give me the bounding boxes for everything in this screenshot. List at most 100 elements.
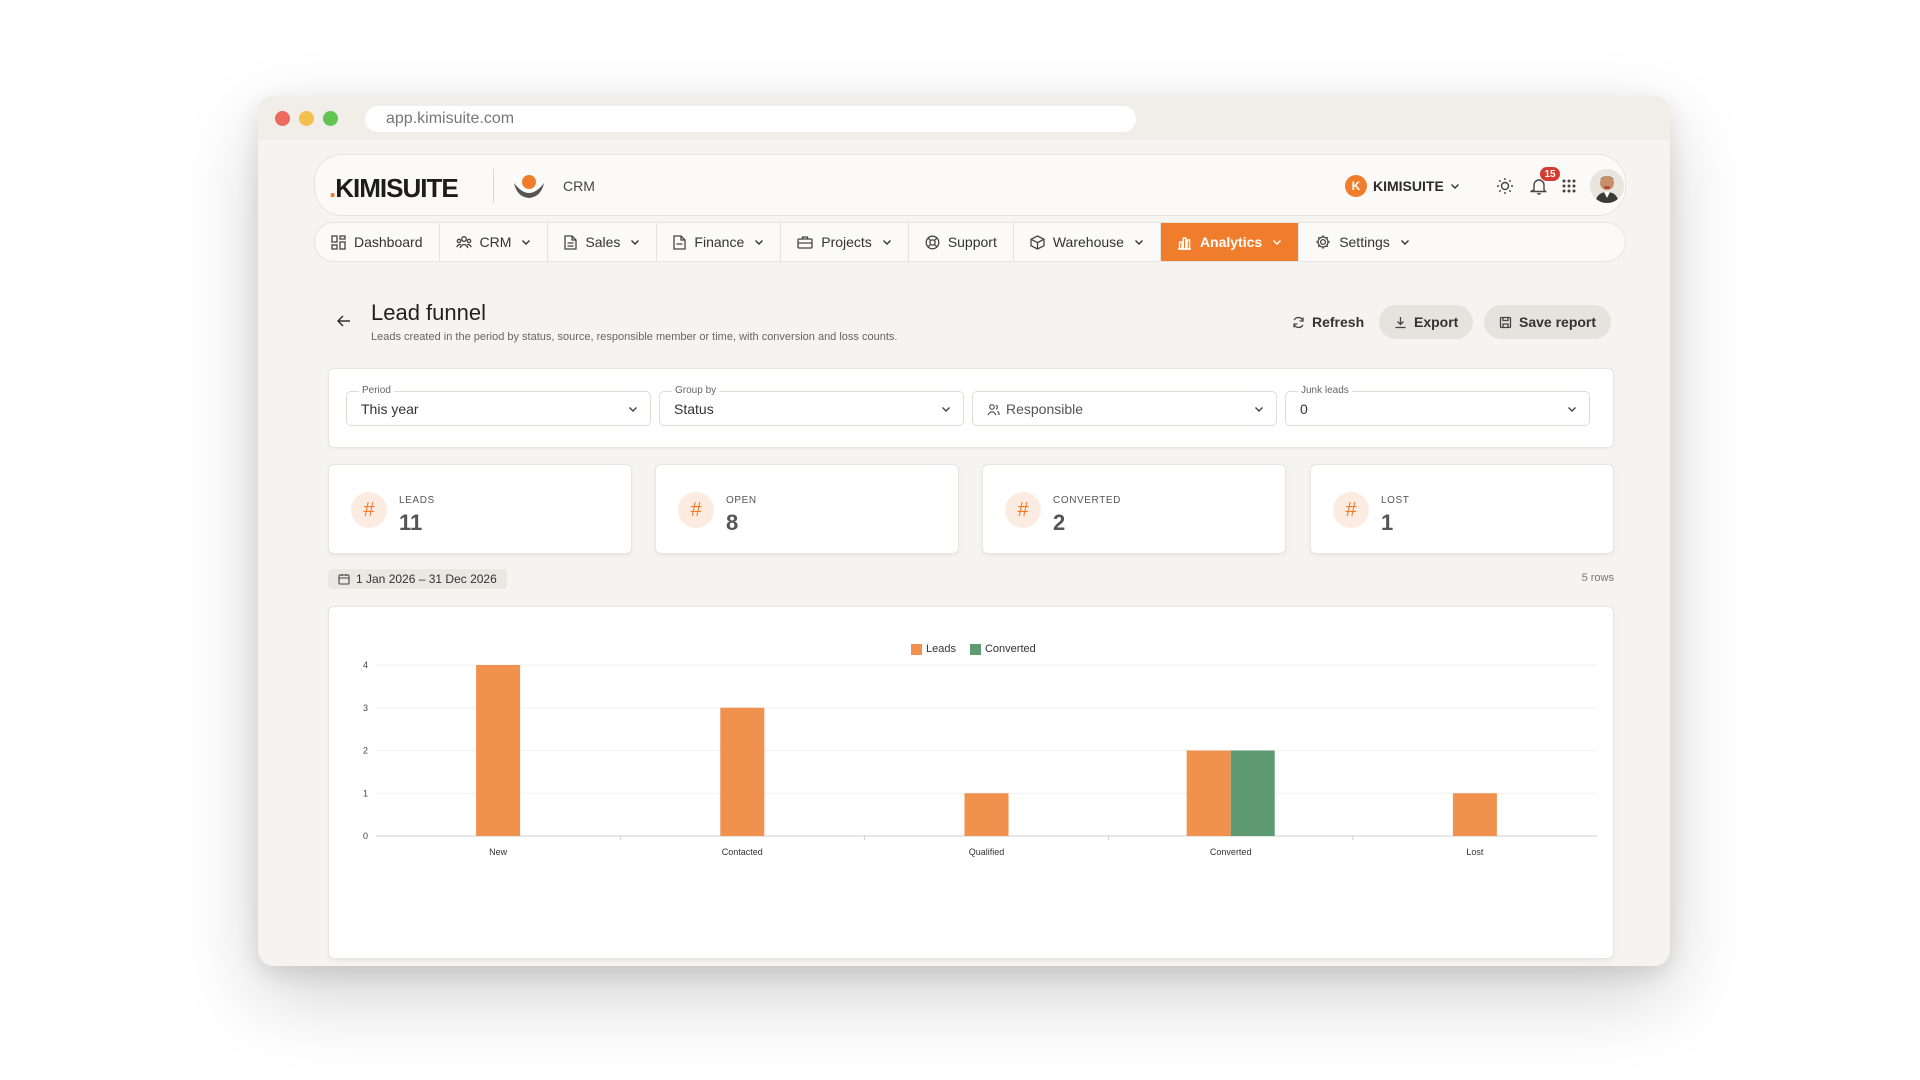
date-range-chip: 1 Jan 2026 – 31 Dec 2026 [328,569,507,589]
lifebuoy-icon [925,235,940,249]
period-select[interactable]: Period This year [346,385,651,426]
maximize-window-button[interactable] [323,111,338,126]
responsible-select[interactable]: Responsible [972,391,1277,426]
main-navigation: Dashboard CRM Sales Finance Projects Sup… [314,222,1626,262]
group-by-select[interactable]: Group by Status [659,385,964,426]
nav-support[interactable]: Support [909,223,1014,261]
nav-label: Finance [694,234,745,250]
theme-toggle-button[interactable] [1491,172,1519,200]
gear-icon [1316,235,1330,249]
notifications-button[interactable]: 15 [1525,166,1561,200]
invoice-icon [673,234,687,250]
back-arrow-icon[interactable] [335,312,353,330]
y-tick-label: 4 [363,660,368,670]
nav-label: Projects [821,234,872,250]
chevron-down-icon [629,407,637,412]
junk-leads-select[interactable]: Junk leads 0 [1285,385,1590,426]
save-report-button[interactable]: Save report [1484,305,1612,339]
lead-funnel-chart: 0 1 2 3 4 New Contacted Qualified Converted Lost [363,660,1597,857]
chevron-down-icon [1134,240,1143,245]
dashboard-icon [331,234,346,250]
kpi-label: LEADS [399,495,435,506]
bar-converted-converted [1230,750,1275,836]
responsible-placeholder: Responsible [987,401,1083,417]
chevron-down-icon [631,240,640,245]
briefcase-icon [797,236,813,249]
organization-switcher[interactable]: K KIMISUITE [1345,173,1460,199]
kpi-label: OPEN [726,495,757,506]
document-icon [564,234,578,250]
nav-label: Settings [1339,234,1390,250]
bar-leads-contacted [720,707,765,836]
user-portrait [1590,169,1624,203]
kimisuite-logo[interactable]: .KIMISUITE [329,173,459,204]
junk-leads-label: Junk leads [1298,385,1352,396]
page-subtitle: Leads created in the period by status, s… [371,331,898,343]
nav-label: CRM [479,234,512,250]
export-button[interactable]: Export [1379,305,1474,339]
junk-leads-value: 0 [1300,401,1308,417]
kpi-card-lost: # LOST 1 [1310,464,1614,554]
chevron-down-icon [1255,407,1263,412]
crm-module-logo [514,175,544,198]
bar-leads-converted [1186,750,1231,836]
nav-analytics[interactable]: Analytics [1160,223,1300,261]
nav-label: Dashboard [354,234,423,250]
y-tick-label: 3 [363,703,368,713]
y-tick-label: 2 [363,746,368,756]
nav-sales[interactable]: Sales [548,223,658,261]
chevron-down-icon [755,240,764,245]
nav-crm[interactable]: CRM [440,223,549,261]
kpi-value: 1 [1381,510,1394,535]
refresh-button[interactable]: Refresh [1284,305,1372,339]
download-icon [1395,316,1406,328]
chevron-down-icon [1450,184,1459,189]
sun-icon [1497,178,1513,194]
x-tick-label: Converted [1210,847,1252,857]
group-by-value: Status [674,401,714,417]
nav-dashboard[interactable]: Dashboard [315,223,440,261]
refresh-icon [1293,316,1304,328]
bar-chart-icon [1177,236,1191,250]
chevron-down-icon [1273,240,1282,245]
kpi-card-converted: # CONVERTED 2 [982,464,1286,554]
nav-label: Support [947,234,997,250]
y-tick-label: 0 [363,831,368,841]
group-by-label: Group by [672,385,720,396]
chevron-down-icon [522,240,531,245]
chevron-down-icon [1568,407,1576,412]
x-tick-label: New [489,847,508,857]
period-label: Period [359,385,394,396]
kpi-label: CONVERTED [1053,495,1122,506]
y-tick-label: 1 [363,788,368,798]
hash-icon: # [1333,492,1369,528]
user-avatar[interactable] [1590,169,1624,203]
minimize-window-button[interactable] [299,111,314,126]
kpi-value: 8 [726,510,739,535]
close-window-button[interactable] [275,111,290,126]
kpi-value: 11 [399,510,423,535]
chevron-down-icon [942,407,950,412]
kpi-card-open: # OPEN 8 [655,464,959,554]
grid-icon [1562,179,1576,193]
browser-chrome: app.kimisuite.com [258,96,1670,140]
calendar-icon [338,574,350,585]
address-bar[interactable]: app.kimisuite.com [365,106,1136,132]
apps-menu-button[interactable] [1555,172,1583,200]
kpi-card-leads: # LEADS 11 [328,464,632,554]
nav-label: Sales [585,234,621,250]
org-avatar: K [1345,175,1367,197]
filter-panel: Period This year Group by Status Respons… [328,368,1614,448]
nav-label: Warehouse [1052,234,1124,250]
nav-projects[interactable]: Projects [781,223,909,261]
nav-settings[interactable]: Settings [1299,223,1426,261]
page-title: Lead funnel [371,300,486,325]
nav-finance[interactable]: Finance [657,223,782,261]
x-tick-label: Contacted [722,847,763,857]
nav-warehouse[interactable]: Warehouse [1014,223,1161,261]
bar-leads-qualified [964,793,1009,836]
responsible-placeholder-text: Responsible [1006,401,1084,417]
date-range-text: 1 Jan 2026 – 31 Dec 2026 [356,572,497,586]
rows-count: 5 rows [1581,572,1614,584]
user-icon [987,403,1000,415]
